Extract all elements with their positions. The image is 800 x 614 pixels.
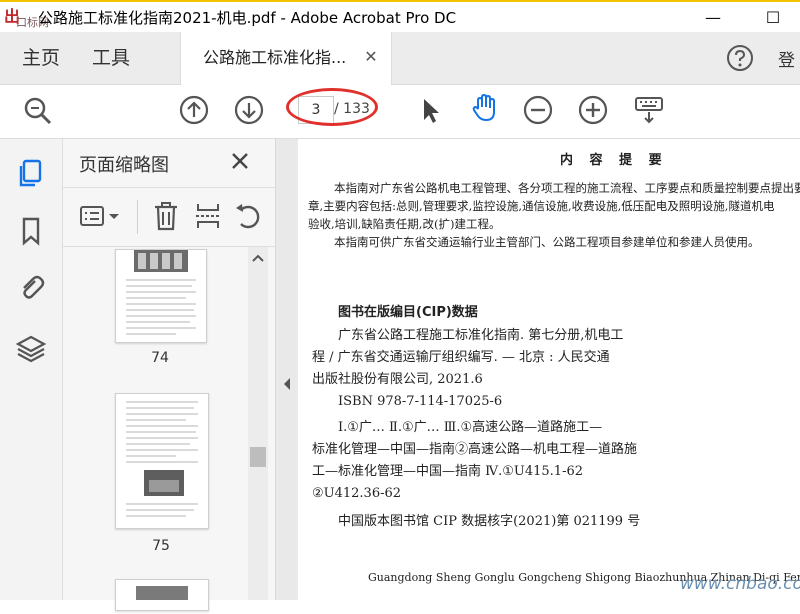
previous-page-icon[interactable]: [178, 94, 210, 126]
panel-collapse-strip[interactable]: [276, 139, 298, 600]
maximize-button[interactable]: ☐: [750, 5, 796, 31]
zoom-in-icon[interactable]: [577, 94, 609, 126]
cip-line: 出版社股份有限公司, 2021.6: [312, 372, 483, 387]
help-icon[interactable]: [726, 44, 754, 72]
title-bar: 出 口标网 公路施工标准化指南2021-机电.pdf - Adobe Acrob…: [0, 0, 800, 34]
thumbnail-options-icon[interactable]: [79, 202, 123, 232]
thumbnail-label: 74: [151, 350, 169, 366]
rotate-page-icon[interactable]: [233, 200, 263, 232]
tabs-bar: 主页 工具 公路施工标准化指... ✕: [0, 32, 800, 85]
insert-page-icon[interactable]: [193, 200, 223, 232]
page-thumbnail[interactable]: [115, 393, 209, 529]
page-thumbnail[interactable]: [115, 249, 207, 343]
document-page: 内 容 提 要 本指南对广东省公路机电工程管理、各分项工程的施工流程、工序要点和…: [298, 139, 800, 600]
cip-verify-line: 中国版本图书馆 CIP 数据核字(2021)第 021199 号: [338, 514, 641, 529]
cip-heading: 图书在版编目(CIP)数据: [338, 305, 478, 320]
attachment-icon[interactable]: [15, 272, 47, 304]
select-cursor-icon[interactable]: [414, 94, 446, 126]
minimize-button[interactable]: —: [690, 5, 736, 31]
thumbnail-75-preview: [126, 401, 198, 517]
page-heading: 内 容 提 要: [560, 153, 668, 168]
cip-line: ②U412.36-62: [312, 486, 402, 501]
layers-icon[interactable]: [15, 332, 47, 364]
summary-line: 章,主要内容包括:总则,管理要求,监控设施,通信设施,收费设施,低压配电及照明设…: [308, 199, 775, 213]
thumbnail-scrollbar[interactable]: [248, 247, 268, 600]
cip-line: 标准化管理—中国—指南②高速公路—机电工程—道路施: [312, 442, 638, 457]
tab-tools[interactable]: 工具: [92, 32, 130, 84]
scroll-up-icon[interactable]: [251, 253, 265, 263]
page-total: / 133: [334, 101, 370, 117]
delete-page-icon[interactable]: [151, 200, 181, 232]
window-title: 公路施工标准化指南2021-机电.pdf - Adobe Acrobat Pro…: [38, 9, 457, 27]
tab-home[interactable]: 主页: [22, 32, 60, 84]
toolbar-divider: [137, 200, 138, 234]
site-watermark: www.cnbao.com: [680, 574, 800, 594]
page-thumbnails-icon[interactable]: [15, 157, 47, 189]
keyboard-icon[interactable]: [633, 94, 665, 126]
bookmark-icon[interactable]: [15, 215, 47, 247]
cip-line: 程 / 广东省交通运输厅组织编写. — 北京 : 人民交通: [312, 350, 610, 365]
scrollbar-thumb[interactable]: [250, 447, 266, 467]
left-rail: [0, 139, 63, 600]
close-tab-icon[interactable]: ✕: [361, 47, 381, 67]
tab-document[interactable]: 公路施工标准化指... ✕: [180, 32, 392, 85]
cip-line: Ⅰ.①广… Ⅱ.①广… Ⅲ.①高速公路—道路施工—: [338, 420, 603, 435]
cip-line: ISBN 978-7-114-17025-6: [338, 394, 503, 409]
summary-line: 本指南对广东省公路机电工程管理、各分项工程的施工流程、工序要点和质量控制要点提出…: [334, 181, 800, 195]
page-thumbnail[interactable]: [115, 579, 209, 611]
summary-line: 本指南可供广东省交通运输行业主管部门、公路工程项目参建单位和参建人员使用。: [334, 235, 760, 249]
thumbnail-76-preview: [136, 586, 188, 600]
zoom-out-icon[interactable]: [522, 94, 554, 126]
cip-line: 广东省公路工程施工标准化指南. 第七分册,机电工: [338, 328, 624, 343]
zoom-search-icon[interactable]: [22, 95, 54, 127]
hand-tool-icon[interactable]: [469, 92, 501, 124]
thumbnails-panel: 页面缩略图 74 75: [63, 139, 276, 611]
sign-in-link[interactable]: 登: [778, 46, 800, 71]
summary-line: 验收,培训,缺陷责任期,改(扩)建工程。: [308, 217, 501, 231]
next-page-icon[interactable]: [233, 94, 265, 126]
thumbnail-label: 75: [152, 538, 170, 554]
panel-toolbar: [63, 187, 275, 247]
cip-line: 工—标准化管理—中国—指南 Ⅳ.①U415.1-62: [312, 464, 584, 479]
document-tab-label: 公路施工标准化指...: [203, 48, 347, 67]
toolbar: [0, 85, 800, 139]
document-viewer[interactable]: 内 容 提 要 本指南对广东省公路机电工程管理、各分项工程的施工流程、工序要点和…: [298, 139, 800, 600]
close-panel-icon[interactable]: [228, 149, 252, 173]
thumbnail-74-preview: [126, 250, 196, 335]
page-number-input[interactable]: 3: [298, 96, 334, 124]
panel-title: 页面缩略图: [79, 155, 169, 176]
collapse-arrow-icon[interactable]: [282, 377, 292, 391]
